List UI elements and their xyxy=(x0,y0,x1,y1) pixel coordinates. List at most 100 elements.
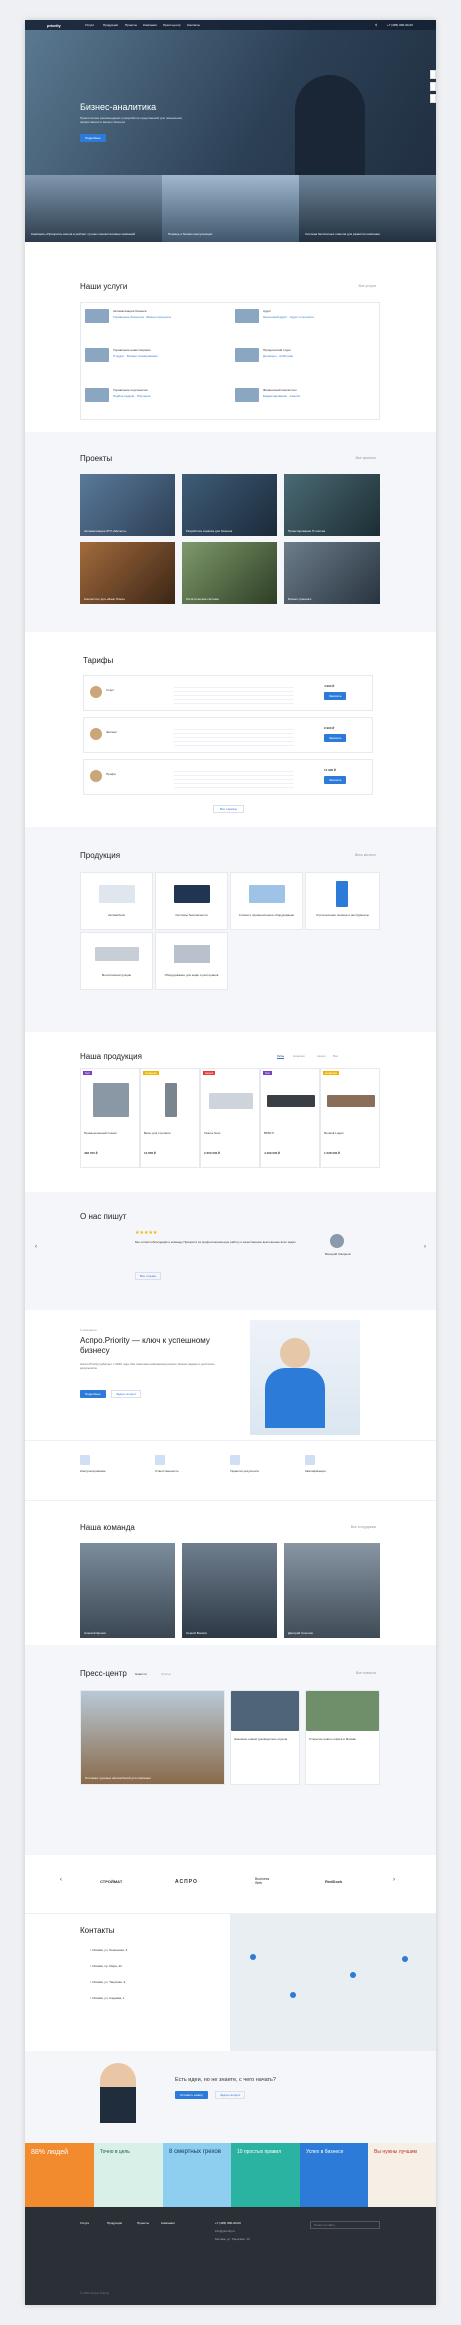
section-title: Наши услуги xyxy=(80,282,128,291)
shop-tab[interactable]: Хиты xyxy=(277,1054,285,1059)
footer-col[interactable]: Проекты xyxy=(137,2221,149,2225)
map-pin-icon[interactable] xyxy=(250,1954,256,1960)
nav-item[interactable]: Проекты xyxy=(125,23,137,27)
footer-email[interactable]: info@priority.ru xyxy=(215,2229,235,2233)
contact-item[interactable]: г. Москва, пр. Мира, 22 xyxy=(90,1964,210,1968)
tariff-card[interactable]: Профи 14 990 ₽ Заказать xyxy=(83,759,373,795)
arrow-right-icon[interactable]: › xyxy=(424,1244,426,1250)
press-section: Пресс-центр Новости Статьи Все новости П… xyxy=(25,1645,436,1855)
team-member[interactable]: Сергей Волков xyxy=(182,1543,277,1638)
section-link[interactable]: Все новости xyxy=(356,1671,376,1675)
map-pin-icon[interactable] xyxy=(290,1992,296,1998)
shop-tab[interactable]: Акции xyxy=(317,1054,325,1058)
tariffs-link[interactable]: Все тарифы xyxy=(213,805,244,813)
footer-col[interactable]: Продукция xyxy=(107,2221,122,2225)
hero-button[interactable]: Подробнее xyxy=(80,134,106,142)
project-card[interactable]: Логистическая система xyxy=(182,542,277,604)
contact-item[interactable]: г. Москва, ул. Садовая, 1 xyxy=(90,1996,210,2000)
footer-phone[interactable]: +7 (495) 000-00-00 xyxy=(215,2221,241,2225)
rating-stars: ★★★★★ xyxy=(135,1230,158,1236)
product-card[interactable]: Новинка Renault Logan 1 038 000 ₽ xyxy=(320,1068,380,1168)
team-member[interactable]: Дмитрий Соколов xyxy=(284,1543,380,1638)
banner[interactable]: 8 смертных грехов xyxy=(163,2143,231,2207)
cta-link[interactable]: Задать вопрос xyxy=(215,2091,246,2099)
nav-item[interactable]: Продукция xyxy=(103,23,118,27)
hero-card[interactable]: Компания «Приорити» вошла в рейтинг лучш… xyxy=(25,175,162,242)
team-section: Наша команда Все сотрудники Алексей Ершо… xyxy=(25,1500,436,1645)
map[interactable] xyxy=(230,1914,436,2052)
side-widget-icon[interactable] xyxy=(430,82,436,91)
partner-logo[interactable]: АСПРО xyxy=(175,1879,198,1885)
partner-logo[interactable]: Business Web xyxy=(255,1877,275,1885)
hero-card[interactable]: Помощь и бизнес-консультации xyxy=(162,175,299,242)
product-category[interactable]: Строительная техника и инструменты xyxy=(305,872,380,930)
shop-tab[interactable]: Все xyxy=(333,1054,338,1058)
nav-item[interactable]: Услуги xyxy=(85,23,94,27)
banner[interactable]: 88% людей xyxy=(25,2143,94,2207)
product-category[interactable]: Металлоконструкции xyxy=(80,932,153,990)
nav-item[interactable]: Компания xyxy=(143,23,157,27)
team-member[interactable]: Алексей Ершов xyxy=(80,1543,175,1638)
contact-item[interactable]: г. Москва, ул. Тверская, 9 xyxy=(90,1980,210,1984)
product-category[interactable]: Станки и промышленное оборудование xyxy=(230,872,303,930)
news-card[interactable]: Назначен новый руководитель отдела xyxy=(230,1690,300,1785)
press-tab[interactable]: Новости xyxy=(135,1672,147,1676)
project-card[interactable]: Консалтинг для «Банк Плюс» xyxy=(80,542,175,604)
product-card[interactable]: Хит Промышленный станок 436 700 ₽ xyxy=(80,1068,140,1168)
banner[interactable]: Точно в цель xyxy=(94,2143,163,2207)
about-link[interactable]: Задать вопрос xyxy=(111,1390,142,1398)
tariff-card[interactable]: Старт 4 990 ₽ Заказать xyxy=(83,675,373,711)
cta-section: Есть идеи, но не знаете, с чего начать? … xyxy=(25,2051,436,2143)
contact-item[interactable]: г. Москва, ул. Ленинская, 5 xyxy=(90,1948,210,1952)
about-title: Аспро.Priority — ключ к успешному бизнес… xyxy=(80,1336,210,1355)
hero-text: Практические рекомендации и разработка п… xyxy=(80,116,182,124)
section-title: Пресс-центр xyxy=(80,1669,127,1678)
product-card[interactable]: Акция Газель Next 2 300 000 ₽ xyxy=(200,1068,260,1168)
arrow-left-icon[interactable]: ‹ xyxy=(60,1877,62,1883)
shop-tab[interactable]: Новинки xyxy=(293,1054,305,1058)
footer-col[interactable]: Компания xyxy=(161,2221,175,2225)
project-card[interactable]: Разработка сервиса для бизнеса xyxy=(182,474,277,536)
services-section: Наши услуги Все услуги Автоматизация биз… xyxy=(25,242,436,432)
news-card[interactable]: Открытие нового офиса в Москве xyxy=(305,1690,380,1785)
search-icon[interactable]: ⚲ xyxy=(375,23,377,27)
footer-col[interactable]: Услуги xyxy=(80,2221,89,2225)
partner-logo[interactable]: СТРОЙМАТ xyxy=(100,1879,122,1884)
banner[interactable]: 10 простых правил xyxy=(231,2143,300,2207)
press-tab[interactable]: Статьи xyxy=(161,1672,171,1676)
product-category[interactable]: Оборудование для кафе и ресторанов xyxy=(155,932,228,990)
product-category[interactable]: Автомобили xyxy=(80,872,153,930)
cta-button[interactable]: Оставить заявку xyxy=(175,2091,208,2099)
hero: Бизнес-аналитика Практические рекомендац… xyxy=(25,20,436,242)
footer-search[interactable]: Поиск по сайту xyxy=(310,2221,380,2229)
news-card[interactable]: Поставка грузовых автомобилей для компан… xyxy=(80,1690,225,1785)
side-widget-icon[interactable] xyxy=(430,70,436,79)
project-card[interactable]: Бизнес-тренинги xyxy=(284,542,380,604)
reviews-link[interactable]: Все отзывы xyxy=(135,1272,162,1280)
tariff-card[interactable]: Эксперт 9 990 ₽ Заказать xyxy=(83,717,373,753)
arrow-right-icon[interactable]: › xyxy=(393,1877,395,1883)
map-pin-icon[interactable] xyxy=(350,1972,356,1978)
logo[interactable]: priority xyxy=(47,23,61,28)
hero-card[interactable]: Система бесплатных советов для развития … xyxy=(299,175,436,242)
side-widget-icon[interactable] xyxy=(430,94,436,103)
section-link[interactable]: Все сотрудники xyxy=(351,1525,376,1529)
reviews-section: О нас пишут ★★★★★ Мы хотим поблагодарить… xyxy=(25,1192,436,1310)
section-link[interactable]: Все услуги xyxy=(359,284,377,288)
product-card[interactable]: Новинка Весы для торговли 12 850 ₽ xyxy=(140,1068,200,1168)
about-button[interactable]: Подробнее xyxy=(80,1390,106,1398)
banner[interactable]: Успех в бизнесе xyxy=(300,2143,368,2207)
section-link[interactable]: Весь каталог xyxy=(355,853,376,857)
product-category[interactable]: Системы безопасности xyxy=(155,872,228,930)
banner[interactable]: Вы нужны лучшим xyxy=(368,2143,436,2207)
header-phone[interactable]: +7 (495) 000-00-00 xyxy=(387,23,413,27)
product-card[interactable]: Хит BMW 54 499 000 ₽ xyxy=(260,1068,320,1168)
nav-item[interactable]: Контакты xyxy=(187,23,200,27)
project-card[interactable]: Проектирование IT-систем xyxy=(284,474,380,536)
map-pin-icon[interactable] xyxy=(402,1956,408,1962)
partner-logo[interactable]: RedDock xyxy=(325,1879,342,1884)
nav-item[interactable]: Пресс-центр xyxy=(163,23,181,27)
project-card[interactable]: Автоматизация ЗТЛ «Металл» xyxy=(80,474,175,536)
section-link[interactable]: Все проекты xyxy=(356,456,376,460)
arrow-left-icon[interactable]: ‹ xyxy=(35,1244,37,1250)
